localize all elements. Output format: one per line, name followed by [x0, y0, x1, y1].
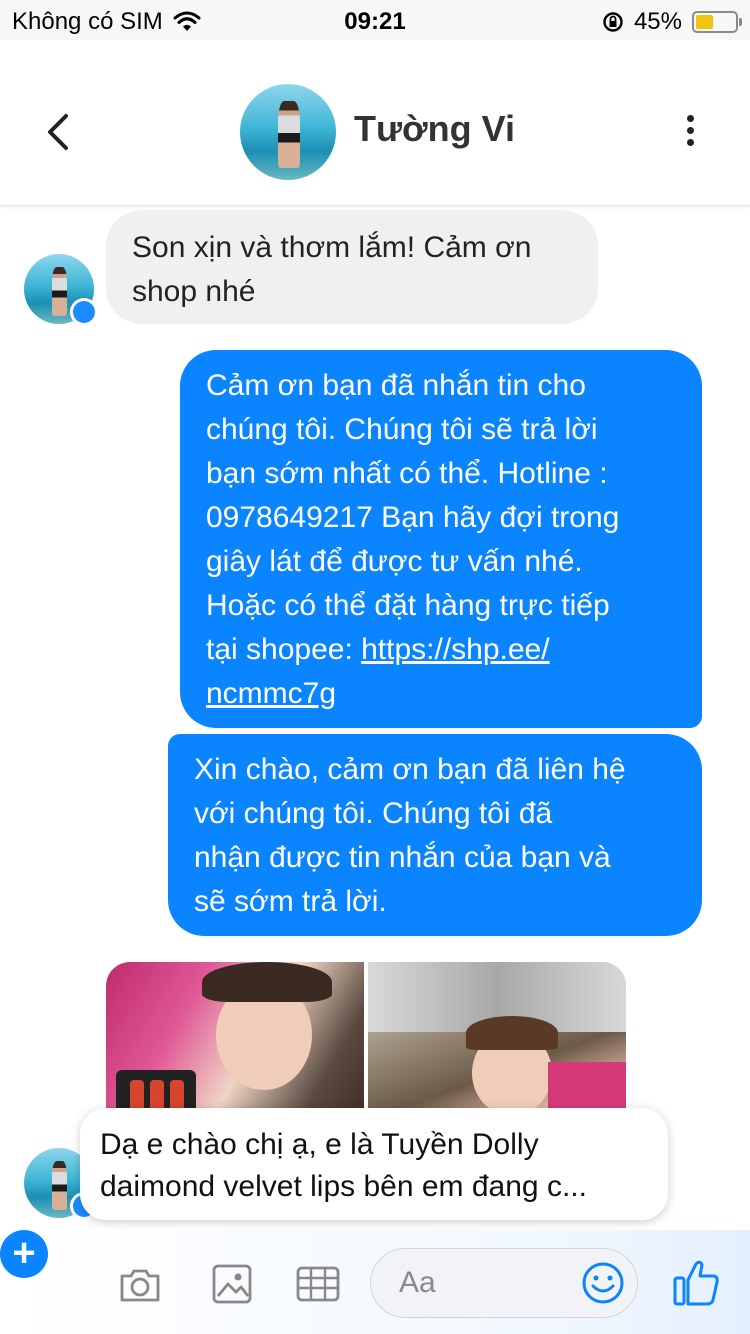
thumbs-up-icon[interactable] — [672, 1256, 720, 1308]
contact-name[interactable]: Tường Vi — [354, 108, 515, 150]
message-text: bạn sớm nhất có thể. Hotline : — [206, 457, 608, 490]
message-text: Son xịn và thơm lắm! Cảm ơn — [132, 231, 532, 264]
add-button[interactable]: + — [0, 1230, 48, 1278]
message-text: Hoặc có thể đặt hàng trực tiếp — [206, 589, 610, 622]
battery-percent: 45% — [633, 8, 682, 35]
status-right: 45% — [602, 8, 742, 36]
shopee-link[interactable]: https://shp.ee/ — [361, 633, 549, 666]
message-text: shop nhé — [132, 275, 256, 308]
outgoing-message[interactable]: Xin chào, cảm ơn bạn đã liên hệ với chún… — [168, 734, 702, 936]
message-text: chúng tôi. Chúng tôi sẽ trả lời — [206, 413, 598, 446]
message-text: Cảm ơn bạn đã nhắn tin cho — [206, 369, 586, 402]
back-button[interactable] — [40, 108, 80, 156]
conversation-header: Tường Vi — [0, 56, 750, 206]
message-text: giây lát để được tư vấn nhé. — [206, 545, 583, 578]
sender-avatar[interactable] — [24, 254, 98, 326]
message-input[interactable] — [399, 1263, 569, 1303]
preview-text: Dạ e chào chị ạ, e là Tuyền Dolly — [100, 1128, 539, 1161]
battery-icon — [692, 11, 742, 33]
outgoing-message[interactable]: Cảm ơn bạn đã nhắn tin cho chúng tôi. Ch… — [180, 350, 702, 728]
shopee-link-continued[interactable]: ncmmc7g — [206, 677, 336, 710]
keyboard-icon[interactable] — [294, 1260, 342, 1308]
shared-photo[interactable] — [106, 962, 364, 1132]
new-message-preview[interactable]: Dạ e chào chị ạ, e là Tuyền Dolly daimon… — [80, 1108, 668, 1220]
message-text: nhận được tin nhắn của bạn và — [194, 841, 611, 874]
composer-bar: + — [0, 1230, 750, 1334]
message-input-field[interactable] — [370, 1248, 638, 1318]
status-bar: Không có SIM 09:21 45% — [0, 0, 750, 40]
camera-icon[interactable] — [116, 1260, 164, 1308]
message-text: sẽ sớm trả lời. — [194, 885, 387, 918]
shared-photo[interactable] — [368, 962, 626, 1132]
message-text: Xin chào, cảm ơn bạn đã liên hệ — [194, 753, 626, 786]
link-prefix: tại shopee: — [206, 633, 362, 666]
message-text: ncmmc7g — [206, 672, 676, 716]
preview-text: daimond velvet lips bên em đang c... — [100, 1170, 587, 1203]
incoming-message[interactable]: Son xịn và thơm lắm! Cảm ơn shop nhé — [106, 210, 598, 324]
contact-avatar[interactable] — [240, 84, 336, 180]
more-options-button[interactable] — [676, 112, 704, 152]
gallery-icon[interactable] — [208, 1260, 256, 1308]
message-text: với chúng tôi. Chúng tôi đã — [194, 797, 553, 830]
message-text: tại shopee: https://shp.ee/ — [206, 628, 676, 672]
messenger-icon — [70, 298, 98, 326]
message-text: 0978649217 Bạn hãy đợi trong — [206, 501, 620, 534]
battery-fill — [696, 15, 714, 29]
rotation-lock-icon — [603, 12, 623, 32]
emoji-icon[interactable] — [581, 1261, 625, 1305]
